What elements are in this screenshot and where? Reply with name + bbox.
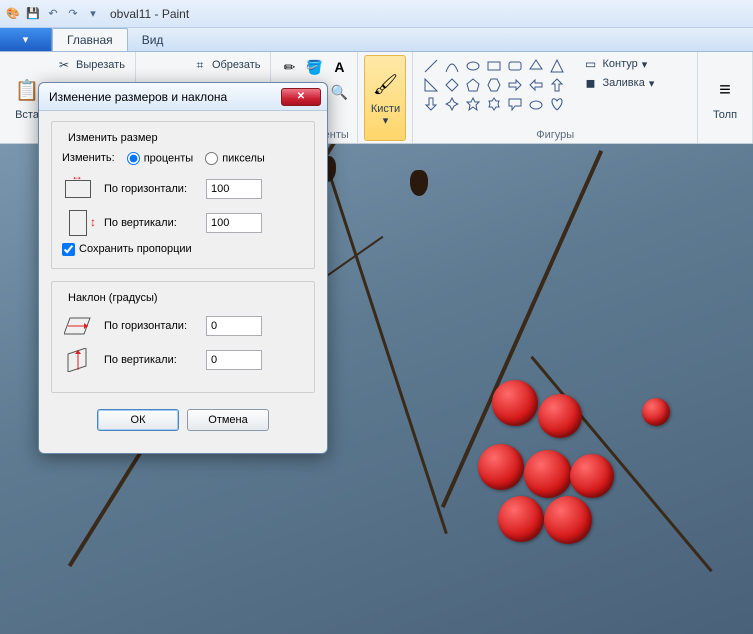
group-shapes-label: Фигуры [419, 129, 691, 141]
quick-access-toolbar: 🎨 💾 ↶ ↷ ▾ [4, 5, 102, 23]
shape-diamond-icon[interactable] [442, 76, 462, 94]
shape-rtriangle-icon[interactable] [421, 76, 441, 94]
ok-button[interactable]: ОК [97, 409, 179, 431]
window-title: obval11 - Paint [110, 7, 189, 21]
dialog-titlebar[interactable]: Изменение размеров и наклона ✕ [39, 83, 327, 111]
qat-dropdown-icon[interactable]: ▾ [84, 5, 102, 23]
redo-icon[interactable]: ↷ [64, 5, 82, 23]
shape-arrow-u-icon[interactable] [547, 76, 567, 94]
outline-icon: ▭ [582, 56, 598, 72]
title-bar: 🎨 💾 ↶ ↷ ▾ obval11 - Paint [0, 0, 753, 28]
size-icon: ≡ [709, 75, 741, 107]
shape-pentagon-icon[interactable] [463, 76, 483, 94]
resize-h-label: По горизонтали: [104, 183, 196, 195]
fill-tool[interactable]: 🪣 [302, 55, 326, 79]
text-icon: A [334, 59, 344, 75]
crop-button[interactable]: ⌗ Обрезать [188, 55, 265, 75]
radio-pixels[interactable]: пикселы [205, 152, 265, 165]
dialog-close-button[interactable]: ✕ [281, 88, 321, 106]
text-tool[interactable]: A [327, 55, 351, 79]
shape-arrow-d-icon[interactable] [421, 95, 441, 113]
tab-home[interactable]: Главная [52, 28, 128, 51]
file-dropdown-icon: ▾ [23, 33, 29, 46]
crop-icon: ⌗ [192, 57, 208, 73]
resize-skew-dialog: Изменение размеров и наклона ✕ Изменить … [38, 82, 328, 454]
tab-view[interactable]: Вид [128, 28, 178, 51]
shape-line-icon[interactable] [421, 57, 441, 75]
skew-h-label: По горизонтали: [104, 320, 196, 332]
radio-percent-input[interactable] [127, 152, 140, 165]
size-button[interactable]: ≡ Толп [704, 55, 746, 141]
aspect-checkbox-input[interactable] [62, 243, 75, 256]
shape-polygon-icon[interactable] [526, 57, 546, 75]
shape-cloud-icon[interactable] [526, 95, 546, 113]
dialog-title: Изменение размеров и наклона [49, 90, 281, 104]
close-icon: ✕ [297, 91, 305, 102]
shape-outline-button[interactable]: ▭ Контур ▾ [579, 55, 657, 73]
ribbon-tabs: ▾ Главная Вид [0, 28, 753, 52]
resize-horizontal-icon [65, 180, 91, 198]
file-menu-button[interactable]: ▾ [0, 28, 52, 51]
shapes-gallery[interactable] [419, 55, 569, 127]
resize-v-label: По вертикали: [104, 217, 196, 229]
aspect-checkbox[interactable]: Сохранить пропорции [62, 243, 192, 255]
shape-heart-icon[interactable] [547, 95, 567, 113]
group-brushes: 🖌 Кисти▾ [358, 52, 413, 143]
pencil-icon: ✏ [284, 59, 296, 76]
scissors-icon: ✂ [56, 57, 72, 73]
magnifier-icon: 🔍 [331, 84, 348, 101]
radio-percent[interactable]: проценты [127, 152, 194, 165]
skew-v-input[interactable] [206, 350, 262, 370]
shape-arrow-l-icon[interactable] [526, 76, 546, 94]
skew-vertical-icon [62, 346, 94, 374]
group-size: ≡ Толп [698, 52, 753, 143]
skew-section-title: Наклон (градусы) [64, 292, 162, 304]
fill-icon: ◼ [582, 75, 598, 91]
shape-star4-icon[interactable] [442, 95, 462, 113]
shape-fill-button[interactable]: ◼ Заливка ▾ [579, 74, 657, 92]
resize-vertical-icon [69, 210, 87, 236]
app-icon[interactable]: 🎨 [4, 5, 22, 23]
skew-h-input[interactable] [206, 316, 262, 336]
group-shapes: ▭ Контур ▾ ◼ Заливка ▾ Фигуры [413, 52, 698, 143]
resize-section: Изменить размер Изменить: проценты пиксе… [51, 121, 315, 269]
cut-button[interactable]: ✂ Вырезать [52, 55, 129, 75]
skew-v-label: По вертикали: [104, 354, 196, 366]
shape-triangle-icon[interactable] [547, 57, 567, 75]
shape-arrow-r-icon[interactable] [505, 76, 525, 94]
resize-v-input[interactable] [206, 213, 262, 233]
undo-icon[interactable]: ↶ [44, 5, 62, 23]
pencil-tool[interactable]: ✏ [277, 55, 301, 79]
cancel-button[interactable]: Отмена [187, 409, 269, 431]
shape-star6-icon[interactable] [484, 95, 504, 113]
resize-section-title: Изменить размер [64, 132, 162, 144]
radio-pixels-input[interactable] [205, 152, 218, 165]
bucket-icon: 🪣 [306, 59, 323, 76]
shape-callout-icon[interactable] [505, 95, 525, 113]
magnify-tool[interactable]: 🔍 [327, 80, 351, 104]
save-icon[interactable]: 💾 [24, 5, 42, 23]
shape-star5-icon[interactable] [463, 95, 483, 113]
shape-curve-icon[interactable] [442, 57, 462, 75]
shape-rect-icon[interactable] [484, 57, 504, 75]
brush-icon: 🖌 [369, 69, 401, 101]
skew-section: Наклон (градусы) По горизонтали: По верт… [51, 281, 315, 393]
shape-oval-icon[interactable] [463, 57, 483, 75]
resize-by-label: Изменить: [62, 152, 115, 165]
shape-hexagon-icon[interactable] [484, 76, 504, 94]
resize-h-input[interactable] [206, 179, 262, 199]
shape-roundrect-icon[interactable] [505, 57, 525, 75]
brushes-button[interactable]: 🖌 Кисти▾ [364, 55, 406, 141]
skew-horizontal-icon [62, 312, 94, 340]
